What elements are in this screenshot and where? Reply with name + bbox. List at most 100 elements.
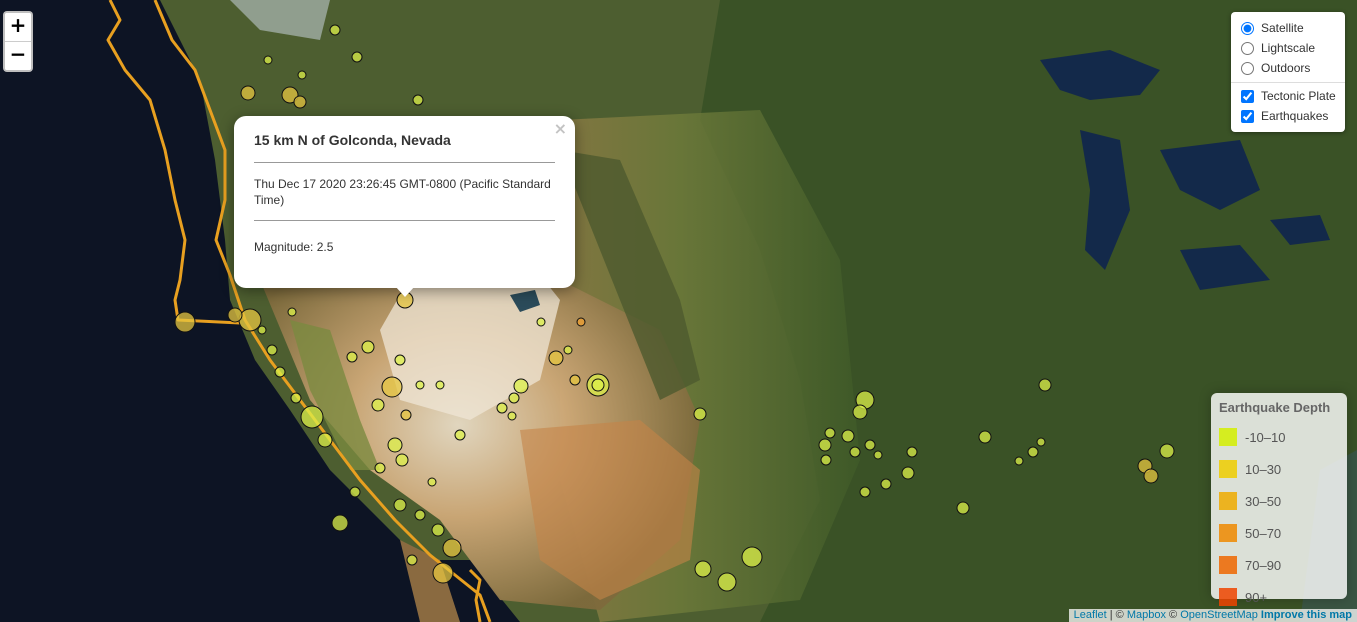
earthquake-marker bbox=[290, 392, 302, 404]
earthquake-marker bbox=[852, 404, 868, 420]
earthquake-marker bbox=[400, 409, 412, 421]
layer-label: Lightscale bbox=[1261, 41, 1316, 55]
earthquake-marker bbox=[873, 450, 883, 460]
legend-swatch bbox=[1219, 428, 1237, 446]
legend-item: 10–30 bbox=[1219, 453, 1339, 485]
earthquake-marker bbox=[274, 366, 286, 378]
attribution-separator: | © bbox=[1106, 609, 1127, 621]
earthquake-marker bbox=[1143, 468, 1159, 484]
earthquake-marker bbox=[293, 95, 307, 109]
earthquake-marker bbox=[901, 466, 915, 480]
earthquake-popup: × 15 km N of Golconda, Nevada Thu Dec 17… bbox=[234, 116, 575, 288]
earthquake-marker bbox=[374, 462, 386, 474]
mapbox-link[interactable]: Mapbox bbox=[1127, 609, 1166, 621]
legend-label: 70–90 bbox=[1245, 557, 1282, 573]
earthquake-marker bbox=[427, 477, 437, 487]
layer-control: Satellite Lightscale Outdoors Tectonic P… bbox=[1231, 12, 1345, 132]
earthquake-marker bbox=[435, 380, 445, 390]
legend-item: -10–10 bbox=[1219, 421, 1339, 453]
earthquake-marker bbox=[864, 439, 876, 451]
earthquakes-checkbox[interactable] bbox=[1241, 109, 1254, 123]
legend-label: 10–30 bbox=[1245, 461, 1282, 477]
layer-label: Outdoors bbox=[1261, 61, 1311, 75]
earthquake-marker bbox=[381, 376, 403, 398]
earthquake-marker bbox=[415, 380, 425, 390]
earthquake-marker bbox=[818, 438, 832, 452]
earthquake-marker bbox=[513, 378, 529, 394]
earthquake-marker bbox=[287, 307, 297, 317]
earthquake-marker bbox=[591, 378, 605, 392]
earthquake-marker bbox=[393, 498, 407, 512]
earthquake-marker bbox=[371, 398, 385, 412]
earthquake-marker bbox=[431, 523, 445, 537]
earthquake-marker bbox=[414, 509, 426, 521]
earthquake-marker bbox=[174, 311, 196, 333]
earthquake-marker bbox=[454, 429, 466, 441]
earthquake-marker bbox=[394, 354, 406, 366]
earthquake-marker bbox=[496, 402, 508, 414]
legend-label: 90+ bbox=[1245, 589, 1268, 605]
earthquake-marker bbox=[263, 55, 273, 65]
legend-swatch bbox=[1219, 460, 1237, 478]
earthquake-marker bbox=[387, 437, 403, 453]
lightscale-radio[interactable] bbox=[1241, 41, 1254, 55]
earthquake-marker bbox=[406, 554, 418, 566]
earthquake-marker bbox=[329, 24, 341, 36]
earthquake-marker bbox=[257, 325, 267, 335]
earthquake-marker bbox=[849, 446, 861, 458]
layer-option-lightscale[interactable]: Lightscale bbox=[1237, 38, 1339, 58]
earthquake-marker bbox=[349, 486, 361, 498]
popup-divider bbox=[254, 220, 555, 221]
legend-swatch bbox=[1219, 588, 1237, 606]
earthquake-marker bbox=[1014, 456, 1024, 466]
satellite-basemap bbox=[0, 0, 1357, 622]
earthquake-marker bbox=[432, 562, 454, 584]
openstreetmap-link[interactable]: OpenStreetMap bbox=[1180, 609, 1258, 621]
earthquake-marker bbox=[1159, 443, 1175, 459]
earthquake-marker bbox=[238, 308, 262, 332]
layer-option-outdoors[interactable]: Outdoors bbox=[1237, 58, 1339, 78]
earthquake-marker bbox=[1038, 378, 1052, 392]
layer-option-satellite[interactable]: Satellite bbox=[1237, 18, 1339, 38]
popup-title: 15 km N of Golconda, Nevada bbox=[254, 132, 451, 148]
earthquake-marker bbox=[240, 85, 256, 101]
satellite-radio[interactable] bbox=[1241, 21, 1254, 35]
zoom-control: + − bbox=[3, 11, 33, 72]
earthquake-marker bbox=[563, 345, 573, 355]
popup-close-button[interactable]: × bbox=[554, 119, 567, 138]
zoom-out-button[interactable]: − bbox=[5, 41, 31, 70]
earthquake-marker bbox=[694, 560, 712, 578]
outdoors-radio[interactable] bbox=[1241, 61, 1254, 75]
zoom-in-button[interactable]: + bbox=[5, 13, 31, 41]
earthquake-marker bbox=[693, 407, 707, 421]
popup-time: Thu Dec 17 2020 23:26:45 GMT-0800 (Pacif… bbox=[254, 177, 551, 207]
layer-separator bbox=[1231, 82, 1345, 83]
leaflet-link[interactable]: Leaflet bbox=[1074, 609, 1107, 621]
legend-item: 30–50 bbox=[1219, 485, 1339, 517]
overlay-option-tectonic-plate[interactable]: Tectonic Plate bbox=[1237, 86, 1339, 106]
layer-label: Satellite bbox=[1261, 21, 1304, 35]
attribution-separator: © bbox=[1165, 609, 1181, 621]
improve-map-link[interactable]: Improve this map bbox=[1261, 609, 1352, 621]
earthquake-marker bbox=[741, 546, 763, 568]
earthquake-marker bbox=[395, 453, 409, 467]
legend-label: 50–70 bbox=[1245, 525, 1282, 541]
earthquake-marker bbox=[824, 427, 836, 439]
earthquake-marker bbox=[351, 51, 363, 63]
earthquake-marker bbox=[717, 572, 737, 592]
earthquake-marker bbox=[297, 70, 307, 80]
legend-label: 30–50 bbox=[1245, 493, 1282, 509]
tectonic-plate-checkbox[interactable] bbox=[1241, 89, 1254, 103]
popup-tip bbox=[395, 286, 415, 297]
earthquake-marker bbox=[266, 344, 278, 356]
earthquake-marker bbox=[1036, 437, 1046, 447]
map-canvas[interactable] bbox=[0, 0, 1357, 622]
earthquake-marker bbox=[1027, 446, 1039, 458]
earthquake-marker bbox=[317, 432, 333, 448]
earthquake-marker bbox=[300, 405, 324, 429]
earthquake-marker bbox=[576, 317, 586, 327]
popup-divider bbox=[254, 162, 555, 163]
overlay-option-earthquakes[interactable]: Earthquakes bbox=[1237, 106, 1339, 126]
legend-swatch bbox=[1219, 492, 1237, 510]
legend-swatch bbox=[1219, 556, 1237, 574]
